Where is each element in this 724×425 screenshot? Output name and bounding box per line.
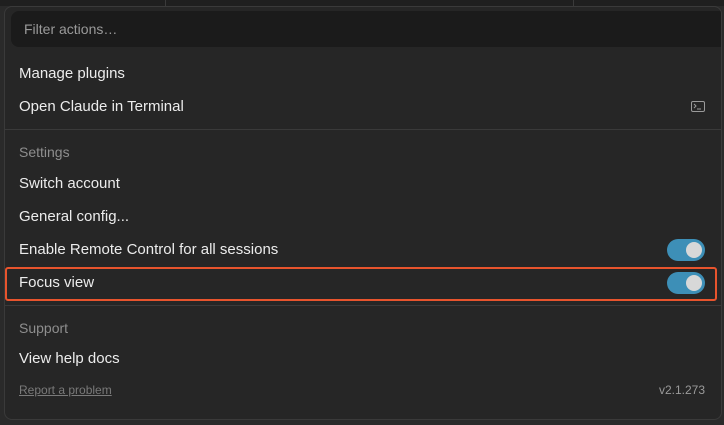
menu-item-label: Manage plugins: [19, 65, 125, 82]
settings-heading: Settings: [19, 144, 70, 160]
filter-field[interactable]: [11, 11, 721, 47]
version-label: v2.1.273: [658, 383, 705, 397]
filter-input[interactable]: [11, 11, 721, 47]
view-help-docs-item[interactable]: View help docs: [5, 342, 721, 375]
focus-view-item[interactable]: Focus view: [5, 266, 721, 299]
support-heading: Support: [19, 320, 69, 336]
remote-control-toggle[interactable]: [667, 238, 705, 261]
menu-item-label: General config...: [19, 208, 130, 225]
toggle-knob: [686, 274, 702, 291]
menu-item-label: Enable Remote Control for all sessions: [19, 241, 279, 258]
menu-item-label: View help docs: [19, 350, 120, 367]
section-divider: [5, 129, 721, 130]
section-divider: [5, 305, 721, 306]
terminal-icon: [691, 100, 705, 112]
menu-item-label: Open Claude in Terminal: [19, 98, 184, 115]
open-terminal-item[interactable]: Open Claude in Terminal: [5, 90, 721, 123]
command-palette: Manage plugins Open Claude in Terminal S…: [4, 6, 722, 420]
menu-item-label: Focus view: [19, 274, 95, 291]
focus-view-toggle[interactable]: [667, 271, 705, 294]
general-config-item[interactable]: General config...: [5, 200, 721, 233]
toggle-knob: [686, 241, 702, 258]
switch-account-item[interactable]: Switch account: [5, 167, 721, 200]
manage-plugins-item[interactable]: Manage plugins: [5, 57, 721, 90]
report-problem-link[interactable]: Report a problem: [19, 383, 112, 397]
remote-control-item[interactable]: Enable Remote Control for all sessions: [5, 233, 721, 266]
menu-item-label: Switch account: [19, 175, 120, 192]
